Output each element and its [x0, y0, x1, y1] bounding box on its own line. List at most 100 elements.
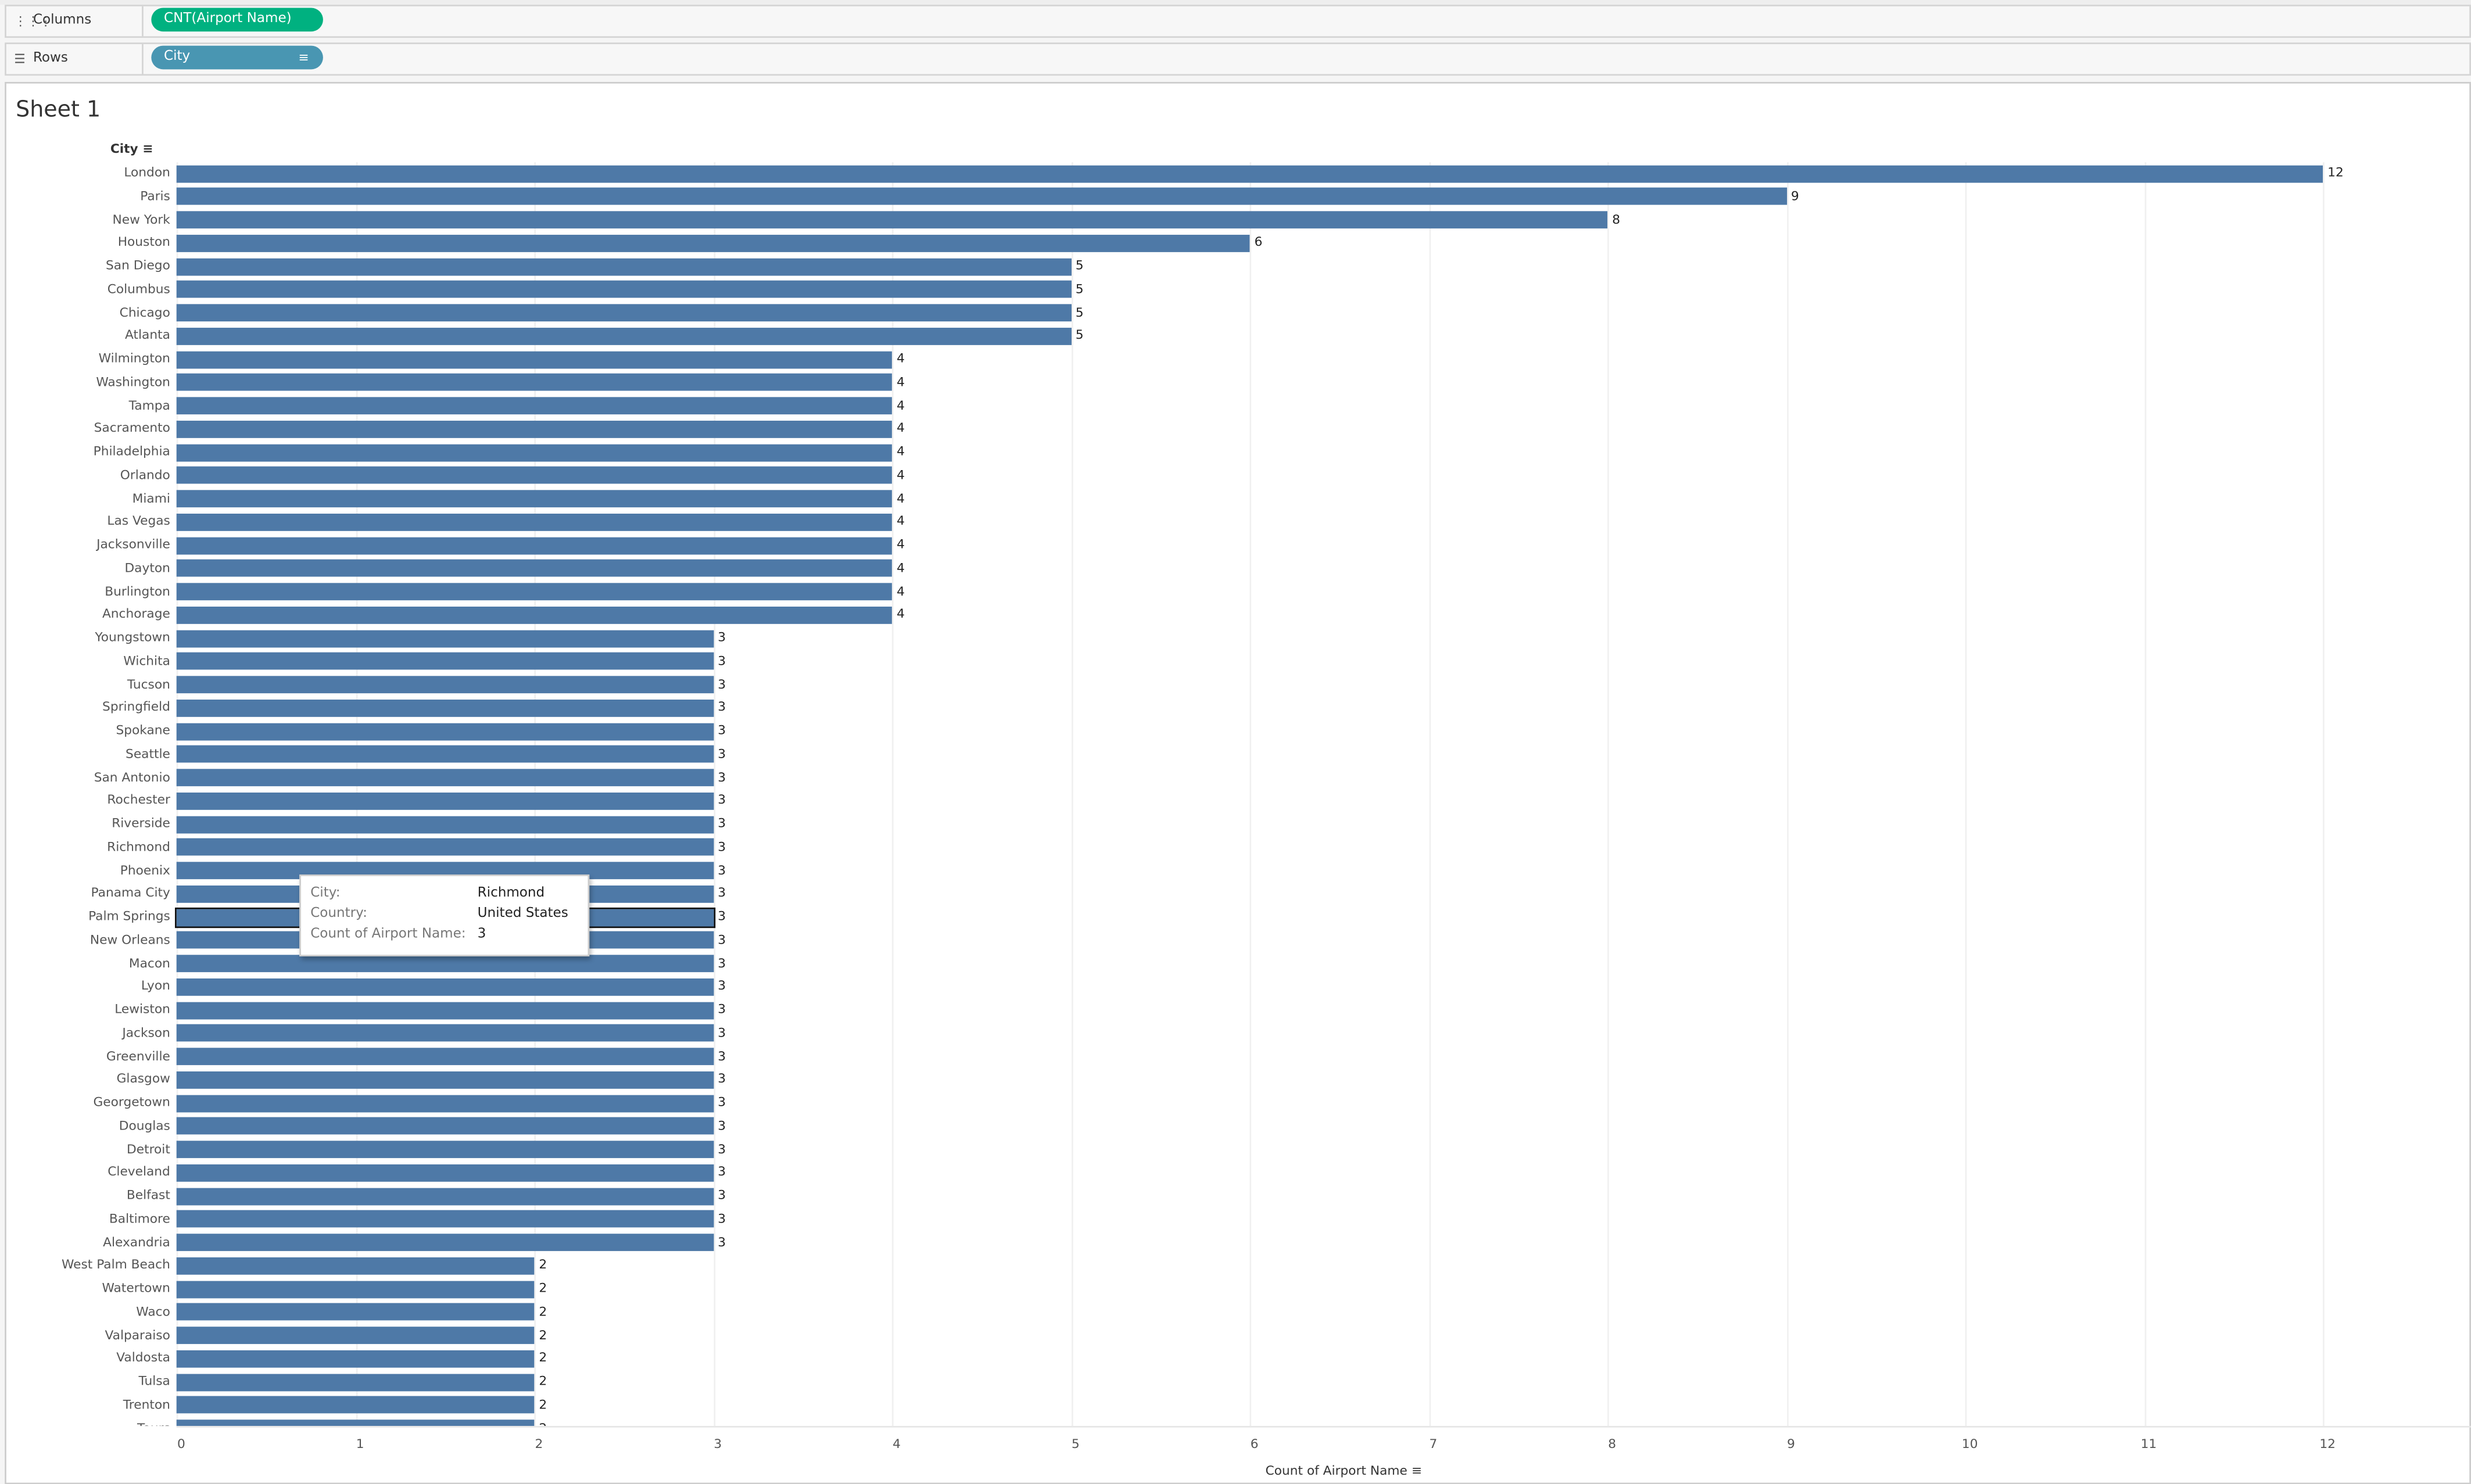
- city-label[interactable]: Macon: [129, 956, 170, 970]
- city-label[interactable]: Phoenix: [120, 863, 170, 877]
- bar[interactable]: [176, 676, 714, 694]
- bar[interactable]: [176, 769, 714, 787]
- city-label[interactable]: Jacksonville: [96, 537, 170, 551]
- bar[interactable]: [176, 304, 1071, 322]
- bar[interactable]: [176, 583, 892, 601]
- bar[interactable]: [176, 1373, 535, 1391]
- bar[interactable]: [176, 629, 714, 647]
- city-label[interactable]: Las Vegas: [107, 514, 170, 528]
- bar[interactable]: [176, 350, 892, 368]
- city-label[interactable]: Panama City: [91, 886, 170, 900]
- bar[interactable]: [176, 1210, 714, 1228]
- bar[interactable]: [176, 699, 714, 717]
- bar[interactable]: [176, 188, 1786, 206]
- city-label[interactable]: Jackson: [122, 1026, 170, 1039]
- city-label[interactable]: Burlington: [105, 584, 170, 598]
- city-label[interactable]: San Diego: [106, 259, 170, 273]
- bar[interactable]: [176, 1164, 714, 1182]
- bar[interactable]: [176, 281, 1071, 299]
- bar[interactable]: [176, 1071, 714, 1089]
- bar[interactable]: [176, 513, 892, 531]
- bar[interactable]: [176, 745, 714, 763]
- bar[interactable]: [176, 1420, 535, 1426]
- city-label[interactable]: Anchorage: [102, 607, 170, 621]
- city-label[interactable]: Cleveland: [108, 1165, 170, 1179]
- city-label[interactable]: London: [124, 166, 170, 180]
- city-label[interactable]: Philadelphia: [94, 445, 170, 458]
- bar[interactable]: [176, 397, 892, 415]
- city-label[interactable]: New Orleans: [90, 933, 170, 947]
- bar[interactable]: [176, 653, 714, 671]
- bar[interactable]: [176, 1327, 535, 1345]
- city-label[interactable]: Spokane: [116, 723, 170, 737]
- bar[interactable]: [176, 1001, 714, 1019]
- bar[interactable]: [176, 815, 714, 833]
- bar[interactable]: [176, 374, 892, 392]
- bar[interactable]: [176, 1141, 714, 1159]
- city-label[interactable]: Palm Springs: [88, 909, 170, 923]
- city-label[interactable]: Columbus: [108, 282, 170, 296]
- bar[interactable]: [176, 560, 892, 578]
- bar[interactable]: [176, 1280, 535, 1298]
- city-label[interactable]: Glasgow: [117, 1072, 170, 1086]
- bar[interactable]: [176, 1117, 714, 1135]
- city-label[interactable]: Washington: [96, 375, 170, 389]
- city-label[interactable]: Springfield: [102, 700, 170, 714]
- bar[interactable]: [176, 536, 892, 554]
- city-label[interactable]: Detroit: [127, 1142, 170, 1156]
- bar[interactable]: [176, 443, 892, 461]
- bar[interactable]: [176, 164, 2323, 182]
- city-label[interactable]: Riverside: [112, 816, 170, 830]
- city-label[interactable]: Atlanta: [125, 328, 170, 342]
- city-label[interactable]: San Antonio: [94, 770, 170, 784]
- bar[interactable]: [176, 1396, 535, 1414]
- bar[interactable]: [176, 955, 714, 973]
- city-label[interactable]: Lyon: [141, 979, 170, 993]
- city-label[interactable]: Trenton: [123, 1397, 170, 1411]
- city-label[interactable]: Chicago: [120, 305, 170, 319]
- city-label[interactable]: Lewiston: [114, 1002, 170, 1016]
- city-label[interactable]: Alexandria: [103, 1235, 170, 1249]
- city-label[interactable]: Tucson: [127, 677, 170, 691]
- city-label[interactable]: New York: [113, 212, 170, 226]
- city-label[interactable]: Baltimore: [109, 1211, 170, 1225]
- bar[interactable]: [176, 327, 1071, 345]
- city-label[interactable]: Dayton: [124, 561, 170, 575]
- bar[interactable]: [176, 467, 892, 485]
- city-label[interactable]: Belfast: [127, 1188, 170, 1202]
- city-label[interactable]: Tampa: [129, 398, 170, 412]
- bar[interactable]: [176, 1094, 714, 1112]
- bar[interactable]: [176, 978, 714, 996]
- bar[interactable]: [176, 606, 892, 624]
- city-label[interactable]: Seattle: [126, 747, 170, 761]
- city-label[interactable]: Valdosta: [116, 1351, 170, 1365]
- bar[interactable]: [176, 420, 892, 438]
- city-label[interactable]: Rochester: [107, 793, 170, 807]
- bar[interactable]: [176, 1303, 535, 1321]
- city-label[interactable]: Waco: [136, 1304, 170, 1318]
- city-label[interactable]: Watertown: [102, 1281, 170, 1295]
- bar[interactable]: [176, 490, 892, 508]
- bar[interactable]: [176, 234, 1250, 252]
- bar[interactable]: [176, 1048, 714, 1066]
- city-label[interactable]: West Palm Beach: [62, 1258, 170, 1272]
- bar[interactable]: [176, 1024, 714, 1042]
- city-label[interactable]: Paris: [140, 189, 170, 203]
- bar[interactable]: [176, 1234, 714, 1252]
- sort-icon[interactable]: ≡: [1412, 1464, 1422, 1478]
- city-label[interactable]: Orlando: [120, 468, 170, 482]
- city-label[interactable]: Houston: [118, 235, 170, 249]
- bar[interactable]: [176, 1257, 535, 1275]
- city-label[interactable]: Wichita: [123, 654, 170, 668]
- city-label[interactable]: Greenville: [106, 1049, 170, 1063]
- city-label[interactable]: Tulsa: [139, 1374, 170, 1388]
- city-label[interactable]: Richmond: [107, 840, 170, 854]
- city-label[interactable]: Miami: [132, 491, 170, 505]
- bar[interactable]: [176, 722, 714, 740]
- city-label[interactable]: Georgetown: [93, 1095, 170, 1109]
- city-label[interactable]: Tours: [137, 1421, 170, 1426]
- city-label[interactable]: Wilmington: [99, 352, 170, 365]
- city-label[interactable]: Douglas: [119, 1119, 170, 1132]
- bar[interactable]: [176, 838, 714, 856]
- city-label[interactable]: Youngstown: [95, 630, 170, 644]
